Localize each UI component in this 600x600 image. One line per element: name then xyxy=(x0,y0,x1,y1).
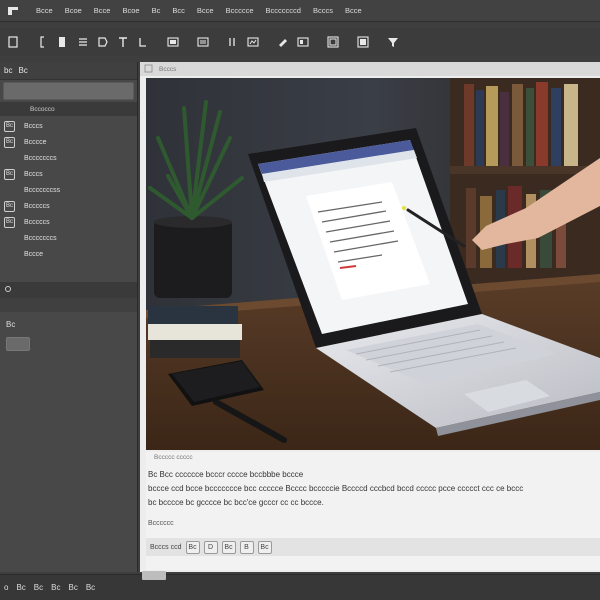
list-icon[interactable] xyxy=(74,33,92,51)
sidebar-panel-header[interactable] xyxy=(0,282,137,298)
bracket-icon[interactable] xyxy=(34,33,52,51)
sidebar-item-label: Bcccccs xyxy=(24,218,50,226)
sidebar-item-label: Bcccs xyxy=(24,122,43,130)
caption-area: Bccccc ccccc Bc Bcc cccccce bcccr cccce … xyxy=(146,452,600,570)
sidebar-item-3[interactable]: Bcccccccs xyxy=(0,150,137,166)
sidebar-item-4[interactable]: Bc Bcccs xyxy=(0,166,137,182)
sidebar-panel-divider xyxy=(0,298,137,312)
sidebar-item-1[interactable]: Bc Bcccs xyxy=(0,118,137,134)
sidebar-item-icon: Bc xyxy=(4,136,15,148)
status-bar: o Bc Bc Bc Bc Bc xyxy=(0,571,600,600)
sidebar-header: bc Bc xyxy=(0,62,137,80)
sidebar-item-7[interactable]: Bc Bcccccs xyxy=(0,214,137,230)
sidebar-item-label: Bccce xyxy=(24,250,44,258)
status-item-6[interactable]: Bc xyxy=(86,583,95,592)
sidebar-item-icon xyxy=(4,233,15,244)
sidebar-item-label: Bcccccccss xyxy=(24,186,61,194)
caption-text-line-2[interactable]: bccce ccd bcce bccccccce bcc ccccce Bccc… xyxy=(148,484,523,493)
format-button-2[interactable]: D xyxy=(203,540,218,554)
menu-item-7[interactable]: Bcce xyxy=(191,6,220,15)
new-doc-icon[interactable] xyxy=(4,33,22,51)
menu-item-11[interactable]: Bcce xyxy=(339,6,368,15)
main-toolbar xyxy=(0,28,600,56)
status-item-3[interactable]: Bc xyxy=(34,583,43,592)
page-icon[interactable] xyxy=(54,33,72,51)
format-label: Bcccs ccd xyxy=(150,543,182,551)
status-item-2[interactable]: Bc xyxy=(16,583,25,592)
menu-item-2[interactable]: Bcoe xyxy=(59,6,88,15)
sidebar-item-icon: Bc xyxy=(4,120,15,132)
picture-icon[interactable] xyxy=(354,33,372,51)
menu-item-3[interactable]: Bcce xyxy=(88,6,117,15)
caption-meta: Bccccc ccccc xyxy=(154,454,193,461)
sidebar-item-9[interactable]: Bccce xyxy=(0,246,137,262)
caption-text-line-1[interactable]: Bc Bcc cccccce bcccr cccce bccbbbe bccce xyxy=(148,470,303,479)
menu-item-4[interactable]: Bcoe xyxy=(116,6,145,15)
sidebar: bc Bc Bccocco Bc Bcccs Bc Bcccce Bcccccccs… xyxy=(0,62,138,572)
caption-note: Bcccccc xyxy=(148,520,174,527)
format-button-4[interactable]: B xyxy=(239,540,254,554)
menu-item-6[interactable]: Bcc xyxy=(166,6,191,15)
draw-icon[interactable] xyxy=(274,33,292,51)
sidebar-item-icon xyxy=(4,153,15,164)
sidebar-item-icon xyxy=(4,185,15,196)
collapse-icon[interactable] xyxy=(4,285,12,295)
menu-item-10[interactable]: Bcccs xyxy=(307,6,339,15)
caption-text-line-3[interactable]: bc bcccce bc gcccce bc bcc'ce gcccr cc c… xyxy=(148,498,324,507)
menu-item-8[interactable]: Bccccce xyxy=(220,6,260,15)
status-item-4[interactable]: Bc xyxy=(51,583,60,592)
sidebar-item-icon: Bc xyxy=(4,216,15,228)
document-tab-label[interactable]: Bcccs xyxy=(159,66,176,73)
format-button-3[interactable]: Bc xyxy=(221,540,236,554)
text-icon[interactable] xyxy=(114,33,132,51)
sidebar-item-label: Bcccccccs xyxy=(24,234,57,242)
menu-item-9[interactable]: Bcccccccd xyxy=(260,6,307,15)
sidebar-item-2[interactable]: Bc Bcccce xyxy=(0,134,137,150)
sidebar-panel-button[interactable] xyxy=(6,337,30,351)
status-indicator xyxy=(142,571,166,580)
document-area: Bcccs Bccccc ccccc Bc Bcc cccccce bcccr … xyxy=(140,62,600,572)
table-icon[interactable] xyxy=(224,33,242,51)
document-photo xyxy=(146,78,600,450)
media-icon[interactable] xyxy=(194,33,212,51)
document-tab-bar: Bcccs xyxy=(140,62,600,76)
filter-icon[interactable] xyxy=(384,33,402,51)
sidebar-item-5[interactable]: Bcccccccss xyxy=(0,182,137,198)
sidebar-item-icon: Bc xyxy=(4,200,15,212)
sidebar-item-6[interactable]: Bc Bcccccs xyxy=(0,198,137,214)
sidebar-item-icon xyxy=(4,249,15,260)
frame-icon[interactable] xyxy=(294,33,312,51)
sidebar-item-8[interactable]: Bcccccccs xyxy=(0,230,137,246)
status-item-5[interactable]: Bc xyxy=(68,583,77,592)
format-toolbar: Bcccs ccd Bc D Bc B Bc xyxy=(146,538,600,556)
sidebar-item-icon: Bc xyxy=(4,168,15,180)
grid-icon[interactable] xyxy=(324,33,342,51)
sidebar-item-label: Bcccs xyxy=(24,170,43,178)
sidebar-search-input[interactable] xyxy=(3,82,134,100)
menu-bar: Bcce Bcoe Bcce Bcoe Bc Bcc Bcce Bccccce … xyxy=(0,0,600,22)
image-icon[interactable] xyxy=(164,33,182,51)
sidebar-item-label: Bcccce xyxy=(24,138,47,146)
app-logo-icon[interactable] xyxy=(6,4,20,18)
format-button-1[interactable]: Bc xyxy=(185,540,200,554)
tag-icon[interactable] xyxy=(94,33,112,51)
sidebar-header-icon-1[interactable]: bc xyxy=(4,66,12,75)
menu-item-5[interactable]: Bc xyxy=(146,6,167,15)
sidebar-section-header: Bccocco xyxy=(0,102,137,116)
sidebar-panel-label: Bc xyxy=(6,320,16,329)
sidebar-item-label: Bcccccccs xyxy=(24,154,57,162)
menu-item-1[interactable]: Bcce xyxy=(30,6,59,15)
document-tab-icon[interactable] xyxy=(144,64,153,75)
status-item-1[interactable]: o xyxy=(4,583,8,592)
format-icon[interactable] xyxy=(134,33,152,51)
chart-icon[interactable] xyxy=(244,33,262,51)
sidebar-header-icon-2[interactable]: Bc xyxy=(18,66,27,75)
format-button-5[interactable]: Bc xyxy=(257,540,272,554)
sidebar-item-label: Bcccccs xyxy=(24,202,50,210)
